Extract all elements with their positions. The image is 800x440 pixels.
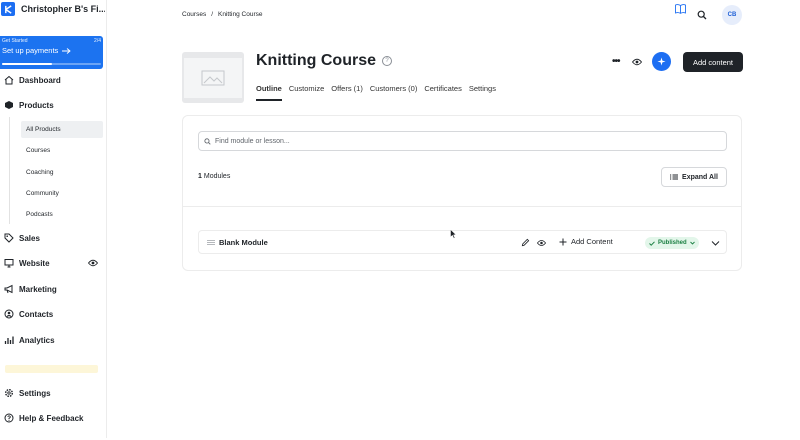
setup-title: Set up payments [2,46,59,55]
more-actions-button[interactable]: ••• [612,56,620,67]
tab-certificates[interactable]: Certificates [424,84,462,101]
module-add-content-label: Add Content [571,237,613,246]
gear-icon [5,389,13,397]
preview-eye-icon[interactable] [632,58,642,66]
search-icon [204,137,211,145]
home-icon [4,75,14,85]
expand-all-label: Expand All [682,173,718,181]
sidebar: Christopher B's Fi... Get Started 2/4 Se… [0,0,107,438]
sparkle-icon [657,57,666,66]
mouse-cursor-icon [450,229,457,239]
course-thumbnail[interactable] [182,52,244,103]
box-icon [5,101,13,109]
sidebar-item-label: Sales [19,233,40,243]
bar-chart-icon [4,336,14,344]
book-icon[interactable] [675,4,686,14]
help-circle-icon [4,413,14,423]
module-count: 1 Modules [198,173,230,180]
sidebar-item-label: Contacts [19,309,54,319]
sidebar-item-label: Products [19,100,54,110]
brand-logo-icon [1,2,15,16]
sidebar-item-label: Marketing [19,284,57,294]
sidebar-item-label: Dashboard [19,75,61,85]
sidebar-subitem-courses[interactable]: Courses [21,142,103,159]
ai-assistant-button[interactable] [652,52,671,71]
module-count-label: Modules [203,173,231,180]
sidebar-subitem-podcasts[interactable]: Podcasts [21,206,103,223]
tag-icon [4,233,14,243]
setup-progress-text: 2/4 [94,38,101,44]
sidebar-item-analytics[interactable]: Analytics [4,335,55,345]
breadcrumb-parent[interactable]: Courses [182,11,206,18]
monitor-icon [4,259,14,268]
module-search-input[interactable]: Find module or lesson... [198,131,727,151]
image-placeholder-icon [201,70,225,85]
sidebar-item-settings[interactable]: Settings [4,388,51,398]
sidebar-item-label: Website [19,258,50,268]
plus-icon [559,238,567,245]
course-tabs: Outline Customize Offers (1) Customers (… [256,84,496,101]
add-content-button[interactable]: Add content [683,52,743,72]
divider [183,206,741,207]
course-help-icon[interactable]: ? [382,56,392,66]
sidebar-subitem-all-products[interactable]: All Products [21,121,103,138]
setup-payments-card[interactable]: Get Started 2/4 Set up payments [0,36,103,69]
module-add-content-button[interactable]: Add Content [559,237,613,246]
status-badge[interactable]: Published [645,237,699,249]
sidebar-item-website[interactable]: Website [4,258,50,268]
tab-customize[interactable]: Customize [289,84,324,101]
setup-progress-fill [2,63,52,65]
sidebar-item-label: Help & Feedback [19,413,84,423]
outline-card: Find module or lesson... 1 Modules Expan… [182,115,742,271]
sidebar-item-contacts[interactable]: Contacts [4,309,53,319]
brand-name: Christopher B's Fi... [21,4,105,14]
notice-banner [5,365,98,373]
megaphone-icon [4,284,13,294]
status-label: Published [658,240,687,246]
sidebar-item-sales[interactable]: Sales [4,233,40,243]
drag-handle-icon[interactable] [207,240,215,245]
sidebar-item-dashboard[interactable]: Dashboard [4,75,61,85]
sidebar-item-label: Analytics [19,335,55,345]
sidebar-item-label: Settings [19,388,51,398]
sidebar-item-help[interactable]: Help & Feedback [4,413,83,423]
setup-progress-bar [2,63,101,65]
pencil-icon[interactable] [521,238,530,247]
brand-switcher[interactable]: Christopher B's Fi... [0,0,107,18]
tab-customers[interactable]: Customers (0) [370,84,418,101]
module-visibility-eye-icon[interactable] [537,239,546,247]
tab-settings[interactable]: Settings [469,84,496,101]
tab-outline[interactable]: Outline [256,84,282,101]
chevron-down-icon [689,241,695,245]
user-avatar[interactable]: CB [722,5,742,25]
breadcrumb-separator: / [211,11,214,18]
sidebar-item-marketing[interactable]: Marketing [4,284,57,294]
course-title: Knitting Course [256,52,376,69]
check-icon [649,240,655,246]
sidebar-subitem-coaching[interactable]: Coaching [21,164,103,181]
website-preview-eye-icon[interactable] [88,259,98,267]
arrow-right-icon [62,47,71,54]
breadcrumb-current: Knitting Course [218,11,263,18]
tab-offers[interactable]: Offers (1) [331,84,363,101]
contact-icon [4,309,14,319]
module-row[interactable]: Blank Module Add Content Published [198,230,727,254]
sidebar-item-products[interactable]: Products [4,100,54,110]
search-placeholder: Find module or lesson... [215,137,290,145]
module-name: Blank Module [219,238,268,247]
setup-kicker: Get Started [2,38,28,44]
list-icon [670,174,679,180]
breadcrumb: Courses / Knitting Course [182,11,262,18]
submenu-guide-line [9,117,10,224]
module-count-number: 1 [198,173,202,180]
page-title: Knitting Course ? [256,52,392,70]
expand-module-chevron-icon[interactable] [711,239,720,247]
sidebar-subitem-community[interactable]: Community [21,185,103,202]
expand-all-button[interactable]: Expand All [661,167,727,187]
search-icon[interactable] [697,10,707,20]
